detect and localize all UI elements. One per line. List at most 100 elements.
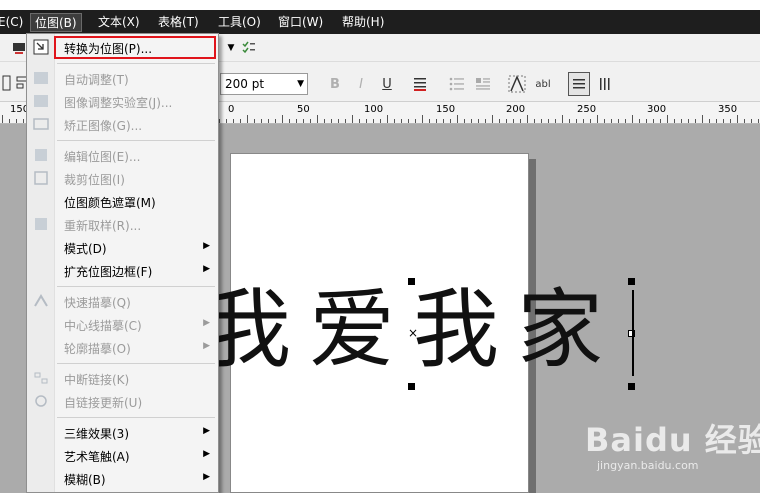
ruler-tick xyxy=(380,119,381,123)
ruler-tick xyxy=(506,119,507,123)
menu-item-blur[interactable]: 模糊(B) ▶ xyxy=(27,467,218,490)
menu-bitmap[interactable]: 位图(B) xyxy=(30,13,82,32)
menu-item-outline-trace[interactable]: 轮廓描摹(O) ▶ xyxy=(27,336,218,359)
menu-item-label: 矫正图像(G)... xyxy=(64,119,143,133)
horizontal-text-icon[interactable] xyxy=(568,72,590,96)
ruler-label: 350 xyxy=(718,104,738,115)
menu-separator xyxy=(57,63,215,64)
ruler-tick xyxy=(219,119,220,123)
ruler-tick xyxy=(548,119,549,123)
menu-item-edit-bitmap[interactable]: 编辑位图(E)... xyxy=(27,144,218,167)
ruler-tick xyxy=(408,119,409,123)
text-cursor xyxy=(632,290,634,376)
ruler-tick xyxy=(233,119,234,123)
menu-separator xyxy=(57,417,215,418)
menu-item-label: 图像调整实验室(J)... xyxy=(64,96,173,110)
ruler-tick xyxy=(562,115,563,123)
ruler-tick xyxy=(457,115,458,123)
selection-handle[interactable] xyxy=(408,278,415,285)
ruler-tick xyxy=(387,115,388,123)
resample-icon xyxy=(33,216,49,232)
menu-tools[interactable]: 工具(O) xyxy=(214,13,265,32)
ruler-tick xyxy=(583,119,584,123)
ruler-tick xyxy=(534,119,535,123)
ruler-tick xyxy=(513,119,514,123)
menu-item-label: 中断链接(K) xyxy=(64,373,130,387)
menu-item-crop-bitmap[interactable]: 裁剪位图(I) xyxy=(27,167,218,190)
ruler-tick xyxy=(317,115,318,123)
italic-icon[interactable]: I xyxy=(352,75,370,93)
submenu-arrow-icon: ▶ xyxy=(203,341,210,351)
menu-separator xyxy=(57,363,215,364)
bold-icon[interactable]: B xyxy=(326,75,344,93)
selection-handle[interactable] xyxy=(408,383,415,390)
menu-item-label: 三维效果(3) xyxy=(64,427,129,441)
font-size-select[interactable]: 200 pt ▼ xyxy=(220,73,308,95)
menu-window[interactable]: 窗口(W) xyxy=(274,13,327,32)
ruler-tick xyxy=(730,119,731,123)
menu-item-resample[interactable]: 重新取样(R)... xyxy=(27,213,218,236)
ruler-tick xyxy=(695,119,696,123)
ruler-tick xyxy=(282,115,283,123)
menu-item-inflate-bitmap[interactable]: 扩充位图边框(F) ▶ xyxy=(27,259,218,282)
menu-item-quick-trace[interactable]: 快速描摹(Q) xyxy=(27,290,218,313)
ruler-tick xyxy=(359,119,360,123)
bullet-list-icon[interactable] xyxy=(448,75,466,93)
ruler-tick xyxy=(492,115,493,123)
menu-item-label: 快速描摹(Q) xyxy=(64,296,131,310)
menu-bar: E(C) 位图(B) 文本(X) 表格(T) 工具(O) 窗口(W) 帮助(H) xyxy=(0,10,760,34)
menu-item-mode[interactable]: 模式(D) ▶ xyxy=(27,236,218,259)
font-size-value: 200 pt xyxy=(225,77,265,91)
menu-item-3d-effects[interactable]: 三维效果(3) ▶ xyxy=(27,421,218,444)
drop-cap-icon[interactable] xyxy=(474,75,492,93)
ruler-tick xyxy=(499,119,500,123)
app-window: E(C) 位图(B) 文本(X) 表格(T) 工具(O) 窗口(W) 帮助(H)… xyxy=(0,0,760,493)
ruler-tick xyxy=(352,115,353,123)
ruler-tick xyxy=(443,119,444,123)
baidu-watermark: Baidu 经验 jingyan.baidu.com xyxy=(585,415,760,485)
chevron-down-icon: ▼ xyxy=(297,79,304,89)
text-frame-icon[interactable] xyxy=(0,74,14,92)
ruler-tick xyxy=(478,119,479,123)
text-color-icon[interactable] xyxy=(412,75,430,93)
ruler-tick xyxy=(590,119,591,123)
underline-icon[interactable]: U xyxy=(378,75,396,93)
menu-help[interactable]: 帮助(H) xyxy=(338,13,388,32)
menu-item-art-strokes[interactable]: 艺术笔触(A) ▶ xyxy=(27,444,218,467)
menu-item-bitmap-color-mask[interactable]: 位图颜色遮罩(M) xyxy=(27,190,218,213)
edit-text-icon[interactable]: abl xyxy=(534,75,552,93)
submenu-arrow-icon: ▶ xyxy=(203,426,210,436)
selection-handle[interactable] xyxy=(628,383,635,390)
ruler-tick xyxy=(653,119,654,123)
menu-item-label: 自链接更新(U) xyxy=(64,396,143,410)
ruler-tick xyxy=(324,119,325,123)
ruler-tick xyxy=(289,119,290,123)
menu-item-label: 模式(D) xyxy=(64,242,107,256)
ruler-label: 200 xyxy=(506,104,526,115)
menu-item-label: 中心线描摹(C) xyxy=(64,319,142,333)
ruler-tick xyxy=(716,119,717,123)
menu-item-auto-adjust[interactable]: 自动调整(T) xyxy=(27,67,218,90)
ruler-tick xyxy=(597,115,598,123)
character-format-icon[interactable] xyxy=(508,75,526,93)
ruler-tick xyxy=(310,119,311,123)
ruler-tick xyxy=(275,119,276,123)
ruler-tick xyxy=(576,119,577,123)
menu-item-image-adjust-lab[interactable]: 图像调整实验室(J)... xyxy=(27,90,218,113)
ruler-tick xyxy=(464,119,465,123)
menu-item-update-link[interactable]: 自链接更新(U) xyxy=(27,390,218,413)
dropdown-arrow-icon[interactable]: ▼ xyxy=(222,39,240,57)
vertical-text-icon[interactable] xyxy=(596,75,614,93)
menu-item-label: 转换为位图(P)... xyxy=(64,42,153,56)
menu-item-centerline-trace[interactable]: 中心线描摹(C) ▶ xyxy=(27,313,218,336)
checklist-icon[interactable] xyxy=(240,39,258,57)
menu-table[interactable]: 表格(T) xyxy=(154,13,203,32)
menu-edit[interactable]: E(C) xyxy=(0,13,27,32)
menu-item-break-link[interactable]: 中断链接(K) xyxy=(27,367,218,390)
menu-text[interactable]: 文本(X) xyxy=(94,13,144,32)
menu-item-convert-to-bitmap[interactable]: 转换为位图(P)... xyxy=(54,36,216,59)
ruler-tick xyxy=(471,119,472,123)
ruler-tick xyxy=(520,119,521,123)
menu-item-straighten-image[interactable]: 矫正图像(G)... xyxy=(27,113,218,136)
selection-handle[interactable] xyxy=(628,278,635,285)
